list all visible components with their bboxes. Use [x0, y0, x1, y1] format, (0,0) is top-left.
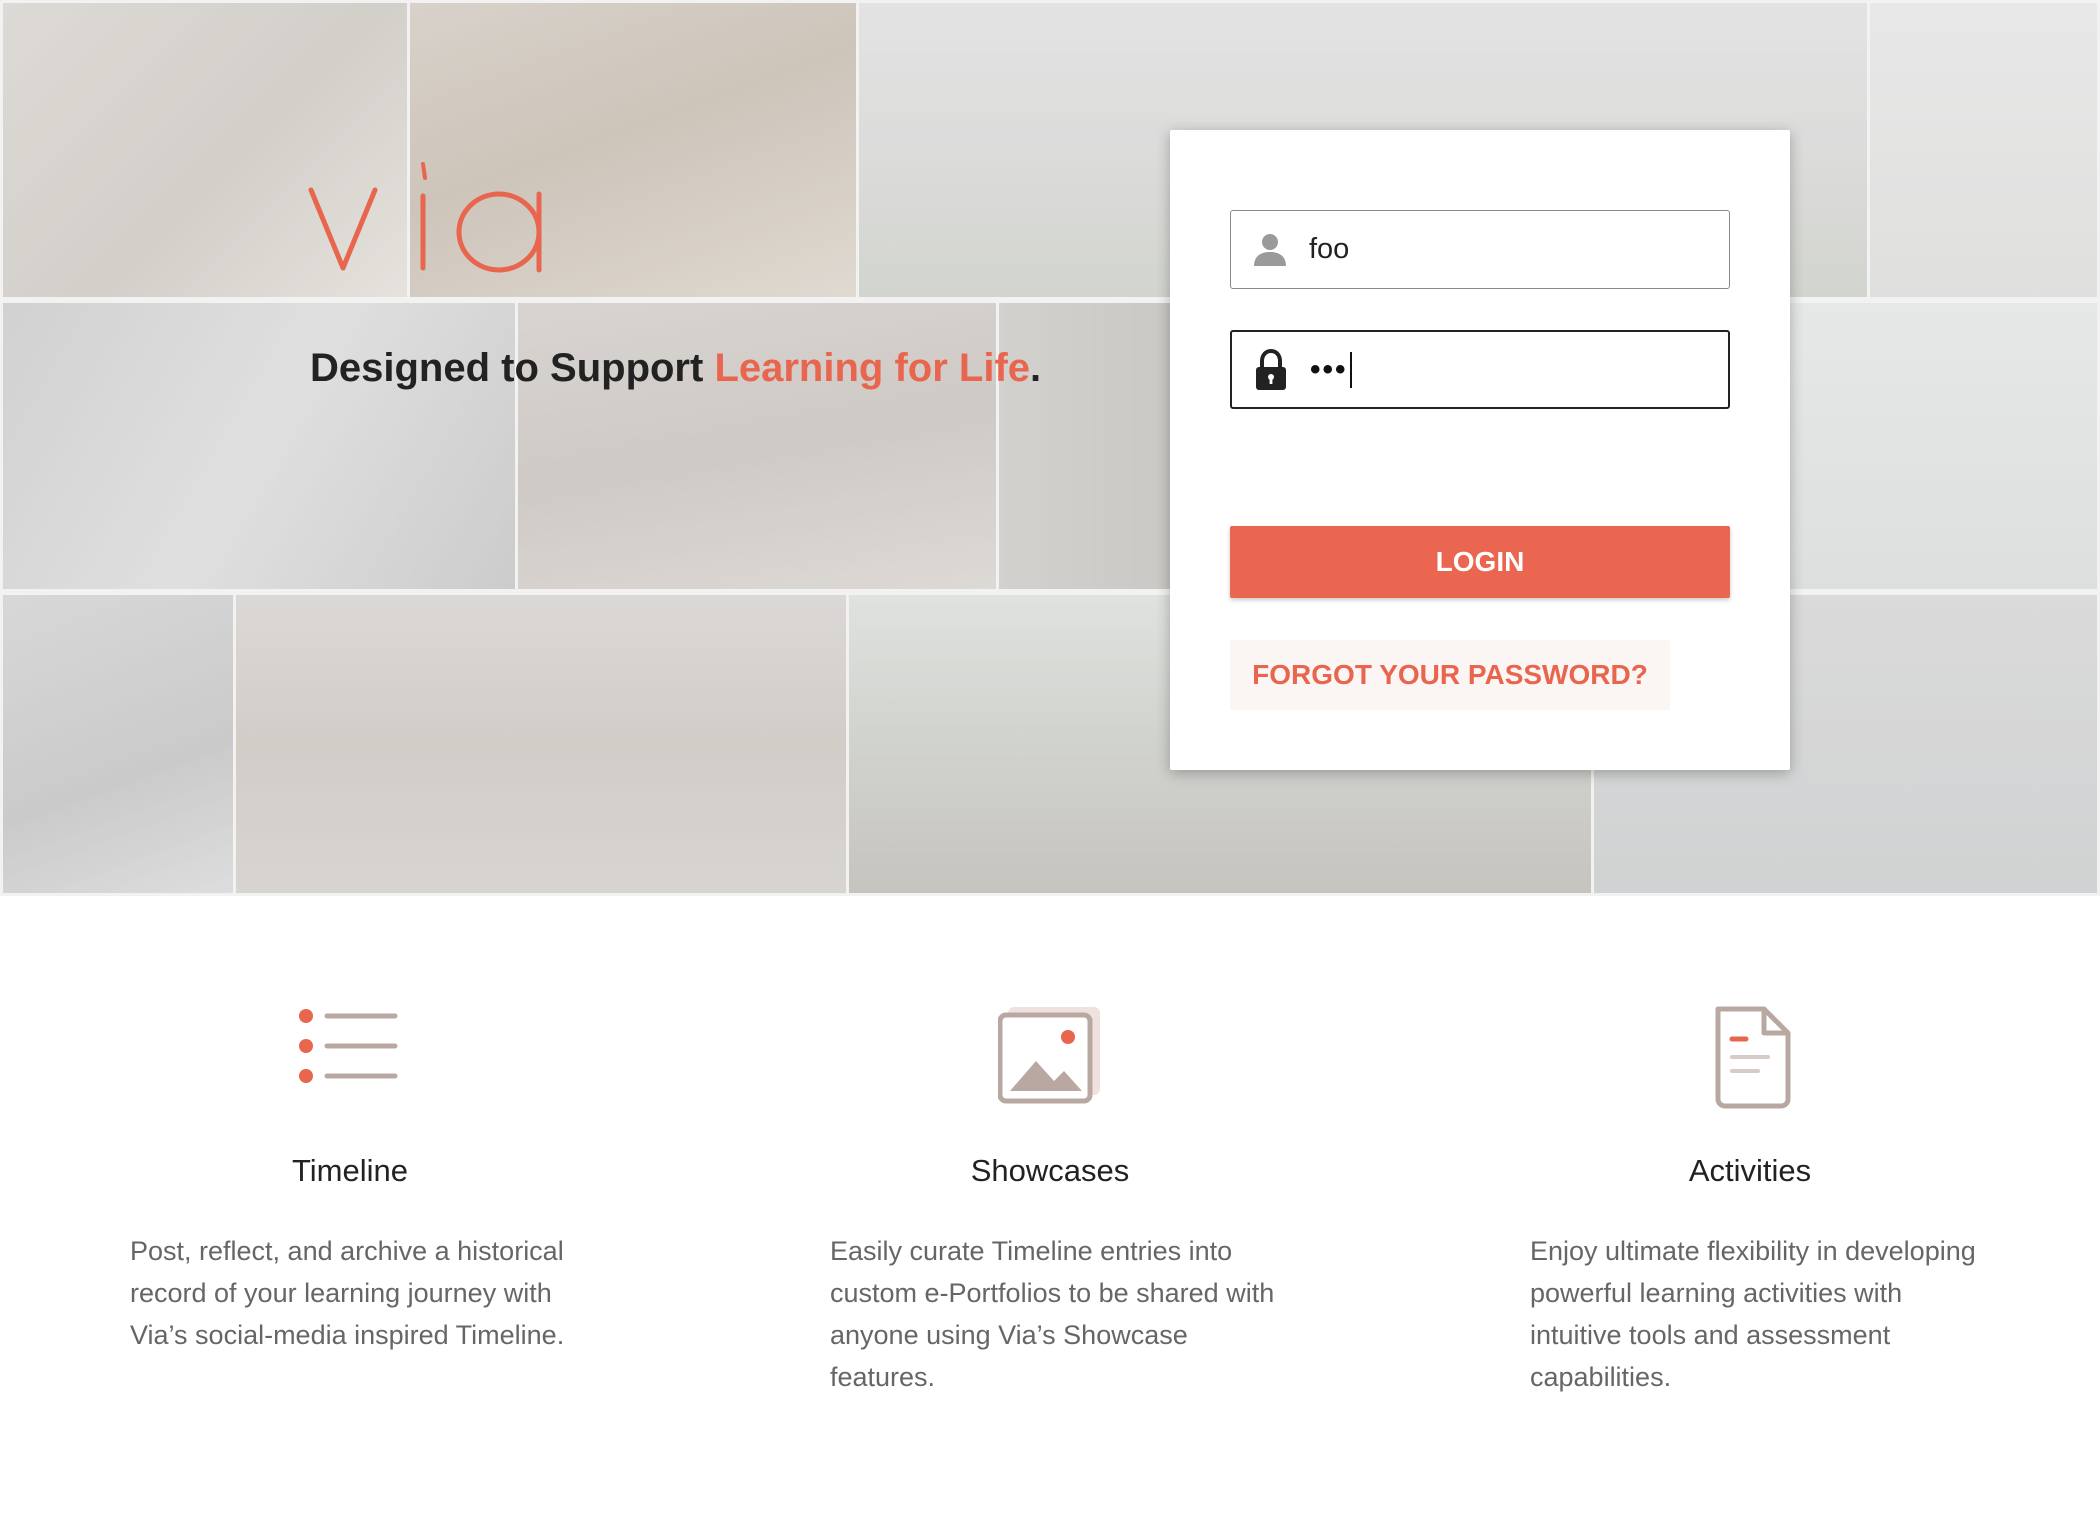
password-masked-value: •••: [1310, 352, 1348, 386]
tagline-prefix: Designed to Support: [310, 346, 715, 390]
list-icon: [295, 1005, 405, 1115]
via-logo: [308, 162, 542, 273]
username-field[interactable]: [1230, 210, 1730, 289]
password-input[interactable]: •••: [1310, 351, 1352, 388]
login-card: ••• LOGIN FORGOT YOUR PASSWORD?: [1170, 130, 1790, 770]
document-icon: [1710, 1005, 1820, 1115]
user-icon: [1231, 211, 1309, 288]
forgot-password-button[interactable]: FORGOT YOUR PASSWORD?: [1230, 640, 1670, 710]
image-icon: [997, 1005, 1108, 1115]
feature-title: Timeline: [292, 1153, 408, 1188]
login-page: Designed to Support Learning for Life. f…: [0, 0, 2100, 1516]
feature-title: Showcases: [970, 1153, 1130, 1188]
lock-icon: [1232, 332, 1310, 407]
hero-tagline: Designed to Support Learning for Life.: [310, 346, 1041, 391]
feature-title: Activities: [1688, 1153, 1812, 1188]
password-field[interactable]: •••: [1230, 330, 1730, 409]
text-caret: [1349, 351, 1352, 388]
username-input[interactable]: [1309, 219, 1709, 280]
feature-description: Easily curate Timeline entries into cust…: [830, 1236, 1275, 1392]
tagline-accent: Learning for Life: [714, 346, 1031, 390]
feature-description: Enjoy ultimate flexibility in developing…: [1530, 1236, 1976, 1392]
login-button[interactable]: LOGIN: [1230, 526, 1730, 598]
tagline-suffix: .: [1030, 346, 1042, 390]
feature-description: Post, reflect, and archive a historical …: [130, 1236, 565, 1350]
